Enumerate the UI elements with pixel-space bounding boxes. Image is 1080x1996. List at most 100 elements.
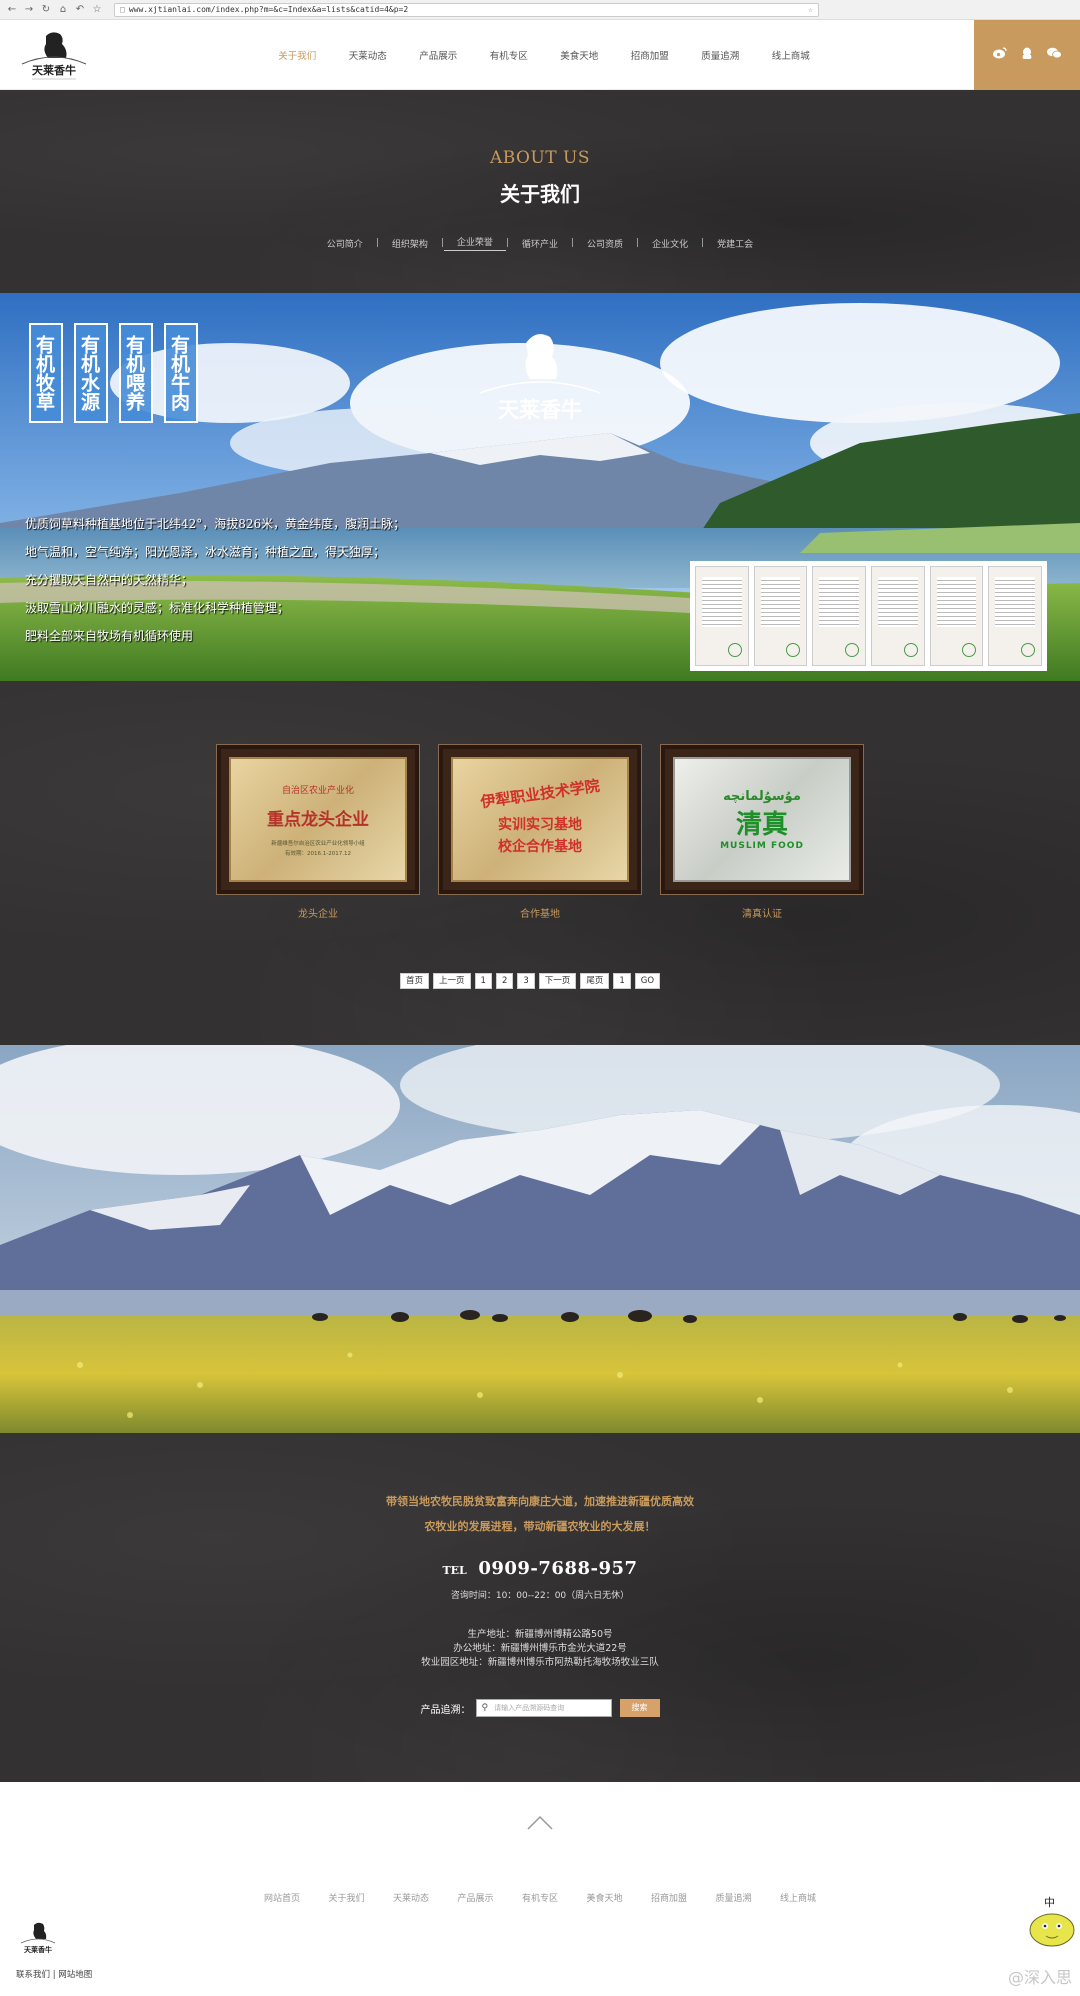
nav-news[interactable]: 天莱动态 <box>333 48 404 62</box>
footer-nav-franchise[interactable]: 招商加盟 <box>637 1891 702 1904</box>
subnav-circular[interactable]: 循环产业 <box>509 237 571 250</box>
banner-line: 充分攫取天自然中的天然精华； <box>25 573 194 587</box>
search-button[interactable]: 搜索 <box>619 1699 660 1717</box>
home-icon[interactable]: ⌂ <box>57 4 69 16</box>
nav-organic[interactable]: 有机专区 <box>474 48 545 62</box>
footer-logo[interactable]: 天莱香牛 <box>18 1921 58 1957</box>
bookmark-star-icon[interactable]: ☆ <box>91 4 103 16</box>
service-hours: 咨询时间：10：00--22：00（周六日无休） <box>450 1591 630 1601</box>
certificate-image <box>753 566 808 666</box>
plaque-image[interactable]: 伊犁职业技术学院 实训实习基地 校企合作基地 <box>438 744 642 895</box>
honor-caption[interactable]: 龙头企业 <box>216 905 420 920</box>
banner-description: 优质饲草料种植基地位于北纬42°，海拔826米，黄金纬度，腹润土脉； 地气温和，… <box>25 510 405 650</box>
footer-nav-organic[interactable]: 有机专区 <box>508 1891 573 1904</box>
plaque-top-text: 自治区农业产业化 <box>281 785 354 796</box>
qq-icon[interactable] <box>1021 47 1033 64</box>
tel-label: TEL <box>442 1564 467 1577</box>
honor-card[interactable]: 自治区农业产业化 重点龙头企业 新疆维吾尔自治区农业产业化领导小组 有效期：20… <box>216 744 420 920</box>
subnav-qualification[interactable]: 公司资质 <box>574 237 636 250</box>
plaque-top-text: مۇسۇلمانچە <box>723 788 801 804</box>
address-bar[interactable]: □ www.xjtianlai.com/index.php?m=&c=Index… <box>114 2 819 17</box>
banner-line: 优质饲草料种植基地位于北纬42°，海拔826米，黄金纬度，腹润土脉； <box>25 517 406 531</box>
footer-nav-shop[interactable]: 线上商城 <box>766 1891 831 1904</box>
honor-card[interactable]: مۇسۇلمانچە 清真 MUSLIM FOOD 清真认证 <box>660 744 864 920</box>
nav-traceability[interactable]: 质量追溯 <box>685 48 756 62</box>
contact-link[interactable]: 联系我们 <box>16 1970 50 1980</box>
logo-text: 天莱香牛 <box>32 63 76 77</box>
subnav-honors[interactable]: 企业荣誉 <box>443 235 506 251</box>
honor-card[interactable]: 伊犁职业技术学院 实训实习基地 校企合作基地 合作基地 <box>438 744 642 920</box>
certificate-image <box>988 566 1043 666</box>
nav-about[interactable]: 关于我们 <box>262 48 333 62</box>
company-slogan: 带领当地农牧民脱贫致富奔向康庄大道，加速推进新疆优质高效 农牧业的发展进程，带动… <box>0 1489 1080 1539</box>
page-first-button[interactable]: 首页 <box>400 973 430 989</box>
page-next-button[interactable]: 下一页 <box>538 973 577 989</box>
forward-icon[interactable]: → <box>23 4 35 16</box>
weibo-icon[interactable] <box>992 47 1007 63</box>
url-text: www.xjtianlai.com/index.php?m=&c=Index&a… <box>128 5 409 14</box>
undo-icon[interactable]: ↶ <box>74 4 86 16</box>
about-section: ABOUT US 关于我们 公司简介 | 组织架构 | 企业荣誉 | 循环产业 … <box>0 90 1080 293</box>
phone-number[interactable]: 0909-7688-957 <box>478 1558 637 1579</box>
search-placeholder: 请输入产品溯源码查询 <box>494 1704 565 1712</box>
footer-nav-about[interactable]: 关于我们 <box>314 1891 379 1904</box>
slogan-line: 带领当地农牧民脱贫致富奔向康庄大道，加速推进新疆优质高效 <box>386 1495 694 1508</box>
page-1-button[interactable]: 1 <box>474 973 492 989</box>
page-prev-button[interactable]: 上一页 <box>433 973 471 989</box>
plaque-sub-text: MUSLIM FOOD <box>720 840 804 851</box>
page-2-button[interactable]: 2 <box>495 973 514 989</box>
site-header: 天莱香牛 关于我们 天莱动态 产品展示 有机专区 美食天地 招商加盟 质量追溯 … <box>0 20 1080 90</box>
social-links <box>974 20 1080 90</box>
search-label: 产品追溯： <box>420 1704 471 1716</box>
mountain-landscape-image <box>0 1045 1080 1433</box>
nav-products[interactable]: 产品展示 <box>403 48 474 62</box>
subnav-culture[interactable]: 企业文化 <box>639 237 701 250</box>
about-title-en: ABOUT US <box>489 148 591 168</box>
subnav-party[interactable]: 党建工会 <box>704 237 766 250</box>
reload-icon[interactable]: ↻ <box>40 4 52 16</box>
page-icon: □ <box>120 5 125 14</box>
subnav-structure[interactable]: 组织架构 <box>379 237 441 250</box>
honor-caption[interactable]: 合作基地 <box>438 905 642 920</box>
main-nav: 关于我们 天莱动态 产品展示 有机专区 美食天地 招商加盟 质量追溯 线上商城 <box>262 20 826 90</box>
page-jump-input[interactable]: 1 <box>613 973 631 989</box>
nav-shop[interactable]: 线上商城 <box>756 48 827 62</box>
footer-nav-products[interactable]: 产品展示 <box>443 1891 508 1904</box>
back-to-top-icon[interactable] <box>527 1814 553 1830</box>
trace-code-input[interactable]: ⚲ 请输入产品溯源码查询 <box>475 1699 612 1717</box>
wechat-icon[interactable] <box>1046 47 1062 63</box>
honor-caption[interactable]: 清真认证 <box>660 905 864 920</box>
nav-food[interactable]: 美食天地 <box>544 48 615 62</box>
badge-organic-water: 有机水源 <box>74 323 108 423</box>
certificate-strip <box>690 561 1047 671</box>
browser-toolbar: ← → ↻ ⌂ ↶ ☆ □ www.xjtianlai.com/index.ph… <box>0 0 1080 20</box>
honor-list: 自治区农业产业化 重点龙头企业 新疆维吾尔自治区农业产业化领导小组 有效期：20… <box>216 744 864 920</box>
page-3-button[interactable]: 3 <box>517 973 535 989</box>
banner-line: 汲取雪山冰川融水的灵感；标准化科学种植管理； <box>25 601 290 615</box>
plaque-sub-text: 新疆维吾尔自治区农业产业化领导小组 <box>271 840 365 847</box>
footer-nav-news[interactable]: 天莱动态 <box>379 1891 444 1904</box>
chat-mascot-icon[interactable]: 中 <box>1028 1894 1076 1950</box>
slogan-line: 农牧业的发展进程，带动新疆农牧业的大发展！ <box>424 1520 656 1533</box>
badge-organic-feeding: 有机喂养 <box>119 323 153 423</box>
nav-franchise[interactable]: 招商加盟 <box>615 48 686 62</box>
back-icon[interactable]: ← <box>6 4 18 16</box>
footer-nav-home[interactable]: 网站首页 <box>250 1891 315 1904</box>
footer-nav-traceability[interactable]: 质量追溯 <box>701 1891 766 1904</box>
address-line: 办公地址：新疆博州博乐市金光大道22号 <box>453 1643 627 1654</box>
footer-nav-food[interactable]: 美食天地 <box>572 1891 637 1904</box>
about-subnav: 公司简介 | 组织架构 | 企业荣誉 | 循环产业 | 公司资质 | 企业文化 … <box>0 235 1080 251</box>
subnav-intro[interactable]: 公司简介 <box>314 237 376 250</box>
plaque-image[interactable]: مۇسۇلمانچە 清真 MUSLIM FOOD <box>660 744 864 895</box>
site-logo[interactable]: 天莱香牛 <box>18 28 90 84</box>
page-last-button[interactable]: 尾页 <box>580 973 610 989</box>
favorite-star-icon[interactable]: ☆ <box>808 5 813 14</box>
organic-banner: 有机牧草 有机水源 有机喂养 有机牛肉 天莱香牛 优质饲草料种植基地位于北纬42… <box>0 293 1080 681</box>
svg-text:中: 中 <box>1044 1896 1055 1909</box>
sitemap-link[interactable]: 网站地图 <box>58 1970 92 1980</box>
plaque-image[interactable]: 自治区农业产业化 重点龙头企业 新疆维吾尔自治区农业产业化领导小组 有效期：20… <box>216 744 420 895</box>
address-block: 生产地址：新疆博州博精公路50号 办公地址：新疆博州博乐市金光大道22号 牧业园… <box>0 1628 1080 1670</box>
page-go-button[interactable]: GO <box>634 973 661 989</box>
footer-links: 联系我们 | 网站地图 <box>16 1968 92 1980</box>
plaque-main-text: 实训实习基地 <box>498 817 582 833</box>
